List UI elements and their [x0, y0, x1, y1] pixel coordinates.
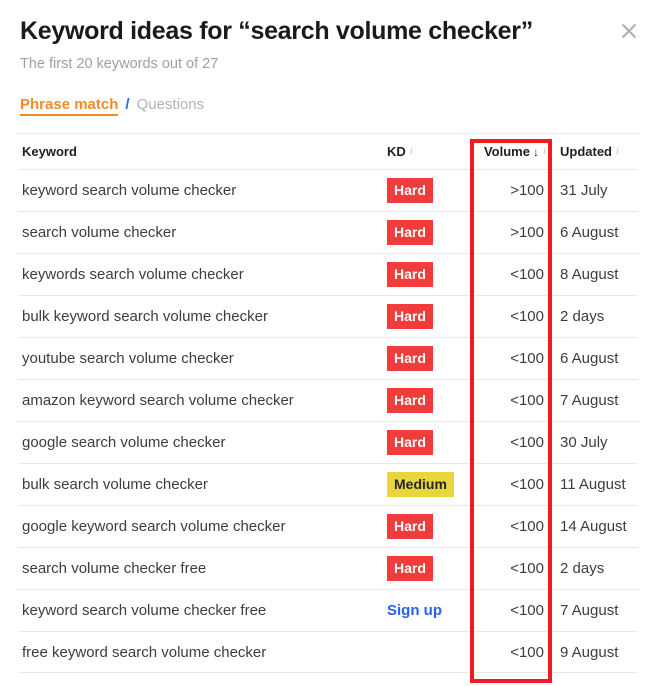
tab-questions[interactable]: Questions	[137, 96, 205, 113]
cell-kd: Hard	[387, 388, 470, 413]
cell-keyword: youtube search volume checker	[22, 350, 234, 367]
table-row[interactable]: bulk search volume checker Medium <100 11 A…	[18, 463, 638, 505]
keyword-ideas-modal: Keyword ideas for “search volume checker…	[0, 0, 656, 686]
cell-updated: 2 days	[560, 308, 605, 325]
cell-kd: Hard	[387, 178, 470, 203]
kd-difficulty-badge: Hard	[387, 388, 433, 413]
cell-volume: <100	[510, 518, 544, 535]
cell-kd: Hard	[387, 262, 470, 287]
cell-keyword: bulk search volume checker	[22, 476, 208, 493]
cell-updated: 8 August	[560, 266, 619, 283]
kd-difficulty-badge: Hard	[387, 556, 433, 581]
results-count-subtitle: The first 20 keywords out of 27	[20, 56, 219, 72]
table-row[interactable]: amazon keyword search volume checker Hard…	[18, 379, 638, 421]
column-header-kd[interactable]: KD i	[387, 144, 470, 159]
match-type-tabs: Phrase match / Questions	[0, 96, 656, 116]
table-row[interactable]: free keyword search volume checker <100 9 …	[18, 631, 638, 673]
cell-keyword: google search volume checker	[22, 434, 226, 451]
kd-difficulty-badge: Hard	[387, 514, 433, 539]
cell-keyword: keyword search volume checker	[22, 182, 237, 199]
table-row[interactable]: keyword search volume checker free Sign u…	[18, 589, 638, 631]
cell-kd: Hard	[387, 220, 470, 245]
cell-kd: Hard	[387, 346, 470, 371]
cell-keyword: keyword search volume checker free	[22, 602, 267, 619]
cell-volume: <100	[510, 266, 544, 283]
table-header-row: Keyword KD i Volume ↓ i Updated i	[18, 133, 638, 169]
table-row[interactable]: keyword search volume checker Hard >100 31 …	[18, 169, 638, 211]
cell-keyword: google keyword search volume checker	[22, 518, 286, 535]
kd-difficulty-badge: Hard	[387, 430, 433, 455]
cell-updated: 11 August	[560, 476, 626, 493]
cell-kd: Medium	[387, 472, 470, 497]
table-row[interactable]: youtube search volume checker Hard <100 6 A…	[18, 337, 638, 379]
column-header-volume[interactable]: Volume ↓ i	[470, 144, 553, 159]
tab-separator: /	[125, 96, 130, 113]
close-icon[interactable]	[616, 18, 642, 44]
kd-difficulty-badge: Hard	[387, 262, 433, 287]
table-row[interactable]: keywords search volume checker Hard <100 8 …	[18, 253, 638, 295]
cell-volume: <100	[510, 350, 544, 367]
cell-keyword: bulk keyword search volume checker	[22, 308, 268, 325]
column-header-updated-label: Updated	[560, 144, 612, 159]
cell-volume: <100	[510, 643, 544, 661]
info-icon[interactable]: i	[410, 146, 413, 157]
modal-header: Keyword ideas for “search volume checker…	[0, 0, 656, 74]
cell-kd: Hard	[387, 430, 470, 455]
cell-updated: 6 August	[560, 350, 619, 367]
cell-updated: 7 August	[560, 392, 619, 409]
cell-kd: Hard	[387, 556, 470, 581]
column-header-volume-label: Volume	[483, 144, 530, 159]
cell-volume: >100	[510, 182, 544, 199]
cell-keyword: search volume checker free	[22, 560, 207, 577]
kd-difficulty-badge: Medium	[387, 472, 454, 497]
info-icon[interactable]: i	[616, 146, 619, 157]
column-header-keyword[interactable]: Keyword	[18, 144, 387, 159]
cell-updated: 9 August	[560, 643, 619, 661]
table-row[interactable]: google keyword search volume checker Hard…	[18, 505, 638, 547]
cell-updated: 31 July	[560, 182, 608, 199]
column-header-kd-label: KD	[387, 144, 406, 159]
cell-kd: Sign up	[387, 602, 470, 619]
cell-volume: <100	[510, 308, 544, 325]
cell-keyword: free keyword search volume checker	[22, 643, 267, 661]
cell-updated: 30 July	[560, 434, 608, 451]
cell-volume: <100	[510, 392, 544, 409]
table-row[interactable]: search volume checker free Hard <100 2 days	[18, 547, 638, 589]
cell-updated: 6 August	[560, 224, 619, 241]
column-header-updated[interactable]: Updated i	[553, 144, 638, 159]
page-title: Keyword ideas for “search volume checker…	[20, 17, 533, 45]
kd-difficulty-badge: Hard	[387, 304, 433, 329]
cell-kd: Hard	[387, 304, 470, 329]
kd-difficulty-badge: Hard	[387, 178, 433, 203]
table-row[interactable]: google search volume checker Hard <100 30 J…	[18, 421, 638, 463]
cell-keyword: amazon keyword search volume checker	[22, 392, 294, 409]
cell-updated: 7 August	[560, 602, 619, 619]
cell-keyword: keywords search volume checker	[22, 266, 244, 283]
cell-updated: 2 days	[560, 560, 605, 577]
table-row[interactable]: bulk keyword search volume checker Hard <1…	[18, 295, 638, 337]
kd-difficulty-badge: Hard	[387, 220, 433, 245]
sign-up-link[interactable]: Sign up	[387, 602, 442, 619]
cell-volume: >100	[510, 224, 544, 241]
cell-kd: Hard	[387, 514, 470, 539]
keyword-ideas-table: Keyword KD i Volume ↓ i Updated i keywor…	[0, 133, 656, 673]
cell-updated: 14 August	[560, 518, 627, 535]
sort-descending-icon[interactable]: ↓	[533, 145, 539, 159]
tab-phrase-match[interactable]: Phrase match	[20, 96, 119, 116]
table-body: keyword search volume checker Hard >100 31 …	[18, 169, 638, 673]
table-row[interactable]: search volume checker Hard >100 6 August	[18, 211, 638, 253]
cell-volume: <100	[510, 602, 544, 619]
cell-volume: <100	[510, 434, 544, 451]
cell-volume: <100	[510, 560, 544, 577]
cell-keyword: search volume checker	[22, 224, 177, 241]
cell-volume: <100	[510, 476, 544, 493]
info-icon[interactable]: i	[543, 146, 546, 157]
kd-difficulty-badge: Hard	[387, 346, 433, 371]
